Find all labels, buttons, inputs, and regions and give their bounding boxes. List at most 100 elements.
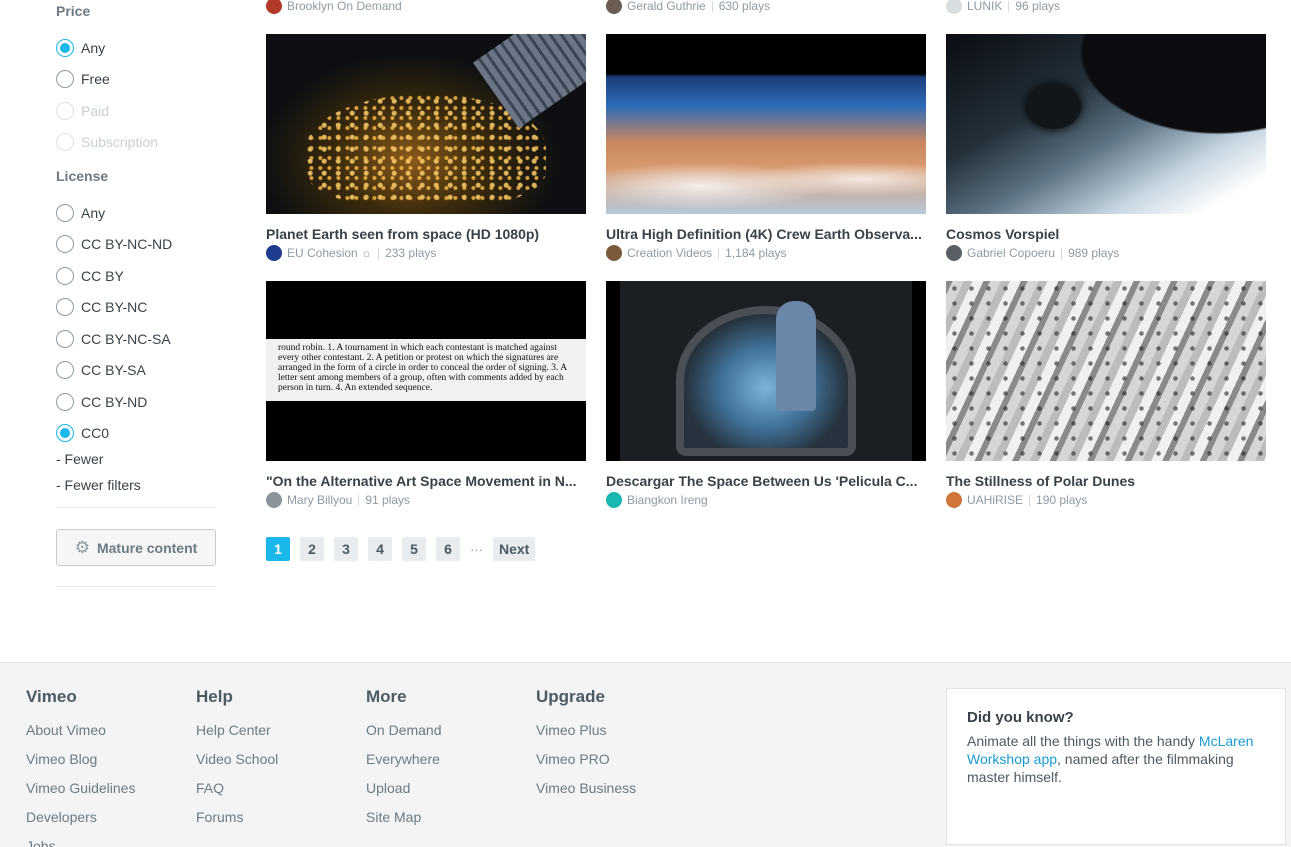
price-free-radio[interactable]: Free [56,69,110,89]
footer-link[interactable]: Forums [196,808,278,826]
footer-link[interactable]: Vimeo Plus [536,721,636,739]
footer-link[interactable]: Video School [196,750,278,768]
license-cc-by-radio[interactable]: CC BY [56,266,124,286]
avatar[interactable] [606,245,622,261]
video-title[interactable]: Planet Earth seen from space (HD 1080p) [266,226,586,242]
video-meta: Biangkon Ireng [606,492,926,508]
avatar[interactable] [606,492,622,508]
video-card: Planet Earth seen from space (HD 1080p) … [266,34,586,261]
footer-link[interactable]: Upload [366,779,441,797]
video-thumbnail[interactable] [606,281,926,461]
license-cc-by-nc-sa-radio[interactable]: CC BY-NC-SA [56,329,171,349]
divider [56,507,216,508]
page-3[interactable]: 3 [334,537,358,561]
video-title[interactable]: "On the Alternative Art Space Movement i… [266,473,586,489]
page-6[interactable]: 6 [436,537,460,561]
creator-link[interactable]: Gabriel Copoeru [967,246,1055,260]
page-1[interactable]: 1 [266,537,290,561]
page-4[interactable]: 4 [368,537,392,561]
video-card: Cosmos Vorspiel Gabriel Copoeru 989 play… [946,34,1266,261]
license-any-radio[interactable]: Any [56,203,105,223]
video-title[interactable]: Descargar The Space Between Us 'Pelicula… [606,473,926,489]
radio-label: CC BY-NC-ND [81,236,173,252]
radio-icon[interactable] [56,267,74,285]
video-title[interactable]: Cosmos Vorspiel [946,226,1266,242]
footer: Vimeo About Vimeo Vimeo Blog Vimeo Guide… [0,662,1291,847]
text-before: Animate all the things with the handy [967,733,1199,749]
avatar[interactable] [946,245,962,261]
radio-icon[interactable] [56,298,74,316]
radio-icon [56,102,74,120]
separator [718,247,720,259]
avatar[interactable] [266,245,282,261]
creator-link[interactable]: EU Cohesion [287,246,358,260]
footer-link[interactable]: On Demand [366,721,441,739]
avatar[interactable] [266,492,282,508]
footer-link[interactable]: Site Map [366,808,441,826]
figure [776,301,816,411]
radio-label: CC BY-NC [81,299,148,315]
radio-icon[interactable] [56,204,74,222]
page-5[interactable]: 5 [402,537,426,561]
radio-icon[interactable] [56,235,74,253]
plays-count: 989 plays [1068,246,1120,260]
license-cc-by-nc-radio[interactable]: CC BY-NC [56,297,147,317]
price-any-radio[interactable]: Any [56,38,105,58]
footer-link[interactable]: Vimeo Business [536,779,636,797]
plays-count: 1,184 plays [725,246,787,260]
creator-link[interactable]: LUNIK [967,0,1002,13]
footer-link[interactable]: Help Center [196,721,278,739]
footer-col-upgrade: Upgrade Vimeo Plus Vimeo PRO Vimeo Busin… [536,687,636,808]
creator-link[interactable]: UAHiRISE [967,493,1023,507]
mature-content-button[interactable]: ⚙ Mature content [56,529,216,566]
radio-selected-icon[interactable] [56,424,74,442]
dune-dots [946,281,1266,461]
footer-link[interactable]: Vimeo Blog [26,750,135,768]
radio-icon[interactable] [56,330,74,348]
video-thumbnail[interactable] [946,281,1266,461]
footer-link[interactable]: Developers [26,808,135,826]
radio-icon[interactable] [56,361,74,379]
radio-label: CC BY-ND [81,394,148,410]
next-page-button[interactable]: Next [493,537,536,561]
creator-link[interactable]: Biangkon Ireng [627,493,708,507]
video-thumbnail[interactable]: round robin. 1. A tournament in which ea… [266,281,586,461]
video-meta: EU Cohesion ☼ 233 plays [266,245,586,261]
radio-selected-icon[interactable] [56,39,74,57]
radio-icon[interactable] [56,70,74,88]
video-thumbnail[interactable] [946,34,1266,214]
avatar[interactable] [946,492,962,508]
fewer-filters-link[interactable]: - Fewer filters [56,477,141,493]
pagination: 1 2 3 4 5 6 ··· Next [266,537,545,561]
footer-link[interactable]: Everywhere [366,750,441,768]
creator-link[interactable]: Brooklyn On Demand [287,0,402,13]
radio-icon[interactable] [56,393,74,411]
avatar[interactable] [606,0,622,14]
page-2[interactable]: 2 [300,537,324,561]
license-cc0-radio[interactable]: CC0 [56,423,109,443]
top-meta-3: LUNIK 96 plays [946,0,1060,14]
separator [711,0,713,12]
badge-icon: ☼ [361,246,373,260]
creator-link[interactable]: Gerald Guthrie [627,0,706,13]
video-thumbnail[interactable] [606,34,926,214]
footer-link[interactable]: FAQ [196,779,278,797]
video-title[interactable]: The Stillness of Polar Dunes [946,473,1266,489]
avatar[interactable] [266,0,282,14]
license-cc-by-nc-nd-radio[interactable]: CC BY-NC-ND [56,234,172,254]
footer-link[interactable]: Vimeo Guidelines [26,779,135,797]
license-cc-by-sa-radio[interactable]: CC BY-SA [56,360,146,380]
creator-link[interactable]: Creation Videos [627,246,712,260]
footer-link[interactable]: Jobs [26,837,135,847]
fewer-link[interactable]: - Fewer [56,451,103,467]
footer-link[interactable]: About Vimeo [26,721,135,739]
video-title[interactable]: Ultra High Definition (4K) Crew Earth Ob… [606,226,926,242]
footer-link[interactable]: Vimeo PRO [536,750,636,768]
video-meta: UAHiRISE 190 plays [946,492,1266,508]
footer-heading: Vimeo [26,687,77,706]
video-thumbnail[interactable] [266,34,586,214]
avatar[interactable] [946,0,962,14]
radio-label: CC BY-SA [81,362,146,378]
creator-link[interactable]: Mary Billyou [287,493,352,507]
license-cc-by-nd-radio[interactable]: CC BY-ND [56,392,147,412]
